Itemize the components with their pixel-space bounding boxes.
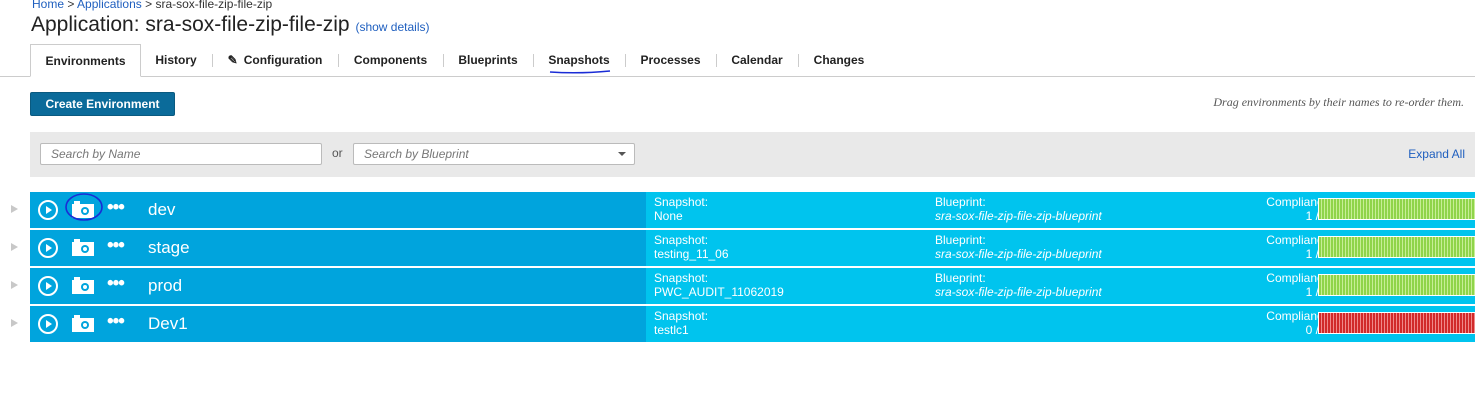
expand-arrow-icon[interactable]: [11, 243, 18, 251]
more-icon[interactable]: •••: [107, 235, 125, 257]
snapshot-label: Snapshot:: [654, 271, 709, 285]
environment-row[interactable]: ••• Dev1 Snapshot: testlc1 Compliancy 0 …: [11, 306, 1475, 342]
pencil-icon: ✎: [227, 53, 238, 67]
tab-processes-label: Processes: [640, 53, 701, 67]
environment-name[interactable]: Dev1: [148, 314, 188, 334]
tab-processes[interactable]: Processes: [625, 44, 717, 75]
environment-name[interactable]: stage: [148, 238, 190, 258]
snapshots-annotation-underline: [549, 70, 611, 74]
breadcrumb-current: sra-sox-file-zip-file-zip: [155, 0, 273, 11]
tab-environments[interactable]: Environments: [30, 44, 141, 77]
breadcrumb-separator: >: [67, 0, 75, 11]
snapshot-info: Snapshot: testing_11_06: [654, 233, 729, 261]
camera-icon[interactable]: [72, 277, 94, 294]
environment-row[interactable]: ••• dev Snapshot: None Blueprint: sra-so…: [11, 192, 1475, 228]
snapshot-info: Snapshot: PWC_AUDIT_11062019: [654, 271, 784, 299]
play-icon[interactable]: [38, 238, 58, 258]
tab-configuration[interactable]: ✎ Configuration: [212, 44, 339, 75]
more-icon[interactable]: •••: [107, 311, 125, 333]
breadcrumb: Home > Applications > sra-sox-file-zip-f…: [32, 0, 272, 11]
search-by-name-input[interactable]: Search by Name: [40, 143, 322, 165]
tab-calendar-label: Calendar: [731, 53, 783, 67]
tab-history-label: History: [155, 53, 197, 67]
play-icon[interactable]: [38, 276, 58, 296]
camera-icon[interactable]: [72, 239, 94, 256]
environment-row[interactable]: ••• prod Snapshot: PWC_AUDIT_11062019 Bl…: [11, 268, 1475, 304]
blueprint-info: Blueprint: sra-sox-file-zip-file-zip-blu…: [935, 271, 1102, 299]
page-title: Application: sra-sox-file-zip-file-zip: [31, 13, 350, 36]
filter-bar: Search by Name or Search by Blueprint Ex…: [30, 132, 1475, 177]
compliancy-bar: [1318, 312, 1475, 334]
snapshot-label: Snapshot:: [654, 309, 709, 323]
blueprint-value: sra-sox-file-zip-file-zip-blueprint: [935, 285, 1102, 299]
search-by-blueprint-placeholder: Search by Blueprint: [364, 147, 469, 161]
snapshot-label: Snapshot:: [654, 195, 709, 209]
snapshot-value: None: [654, 209, 683, 223]
tab-components-label: Components: [353, 53, 428, 67]
snapshot-value: testing_11_06: [654, 247, 729, 261]
blueprint-label: Blueprint:: [935, 195, 986, 209]
tab-blueprints-label: Blueprints: [458, 53, 518, 67]
snapshot-info: Snapshot: None: [654, 195, 708, 223]
search-by-blueprint-select[interactable]: Search by Blueprint: [353, 143, 635, 165]
compliancy-bar: [1318, 198, 1475, 220]
environment-name[interactable]: dev: [148, 200, 175, 220]
breadcrumb-separator: >: [145, 0, 153, 11]
or-label: or: [332, 146, 343, 160]
snapshot-value: testlc1: [654, 323, 689, 337]
tab-environments-label: Environments: [45, 54, 126, 68]
blueprint-info: Blueprint: sra-sox-file-zip-file-zip-blu…: [935, 195, 1102, 223]
blueprint-info: Blueprint: sra-sox-file-zip-file-zip-blu…: [935, 233, 1102, 261]
tab-calendar[interactable]: Calendar: [716, 44, 799, 75]
blueprint-value: sra-sox-file-zip-file-zip-blueprint: [935, 209, 1102, 223]
more-icon[interactable]: •••: [107, 197, 125, 219]
blueprint-label: Blueprint:: [935, 233, 986, 247]
more-icon[interactable]: •••: [107, 273, 125, 295]
tab-changes[interactable]: Changes: [798, 44, 880, 75]
show-details-link[interactable]: (show details): [355, 20, 429, 34]
dropdown-caret-icon: [618, 152, 626, 156]
compliancy-bar: [1318, 236, 1475, 258]
blueprint-label: Blueprint:: [935, 271, 986, 285]
snapshot-label: Snapshot:: [654, 233, 709, 247]
environment-row[interactable]: ••• stage Snapshot: testing_11_06 Bluepr…: [11, 230, 1475, 266]
tab-snapshots-label: Snapshots: [548, 53, 610, 67]
create-environment-button[interactable]: Create Environment: [30, 92, 175, 116]
drag-hint-text: Drag environments by their names to re-o…: [1213, 95, 1464, 109]
tab-components[interactable]: Components: [338, 44, 444, 75]
play-icon[interactable]: [38, 314, 58, 334]
snapshot-info: Snapshot: testlc1: [654, 309, 708, 337]
camera-annotation-circle: [65, 193, 103, 221]
blueprint-value: sra-sox-file-zip-file-zip-blueprint: [935, 247, 1102, 261]
snapshot-value: PWC_AUDIT_11062019: [654, 285, 784, 299]
breadcrumb-applications-link[interactable]: Applications: [77, 0, 142, 11]
tab-history[interactable]: History: [140, 44, 213, 75]
tab-configuration-label: Configuration: [243, 53, 323, 67]
breadcrumb-home-link[interactable]: Home: [32, 0, 64, 11]
camera-icon[interactable]: [72, 315, 94, 332]
expand-all-link[interactable]: Expand All: [1408, 147, 1465, 161]
compliancy-bar: [1318, 274, 1475, 296]
page-title-row: Application: sra-sox-file-zip-file-zip (…: [31, 13, 429, 37]
tab-bar: Environments History ✎ Configuration Comp…: [0, 44, 1475, 77]
expand-arrow-icon[interactable]: [11, 319, 18, 327]
expand-arrow-icon[interactable]: [11, 205, 18, 213]
tab-blueprints[interactable]: Blueprints: [443, 44, 534, 75]
tab-changes-label: Changes: [813, 53, 865, 67]
play-icon[interactable]: [38, 200, 58, 220]
expand-arrow-icon[interactable]: [11, 281, 18, 289]
environment-name[interactable]: prod: [148, 276, 182, 296]
